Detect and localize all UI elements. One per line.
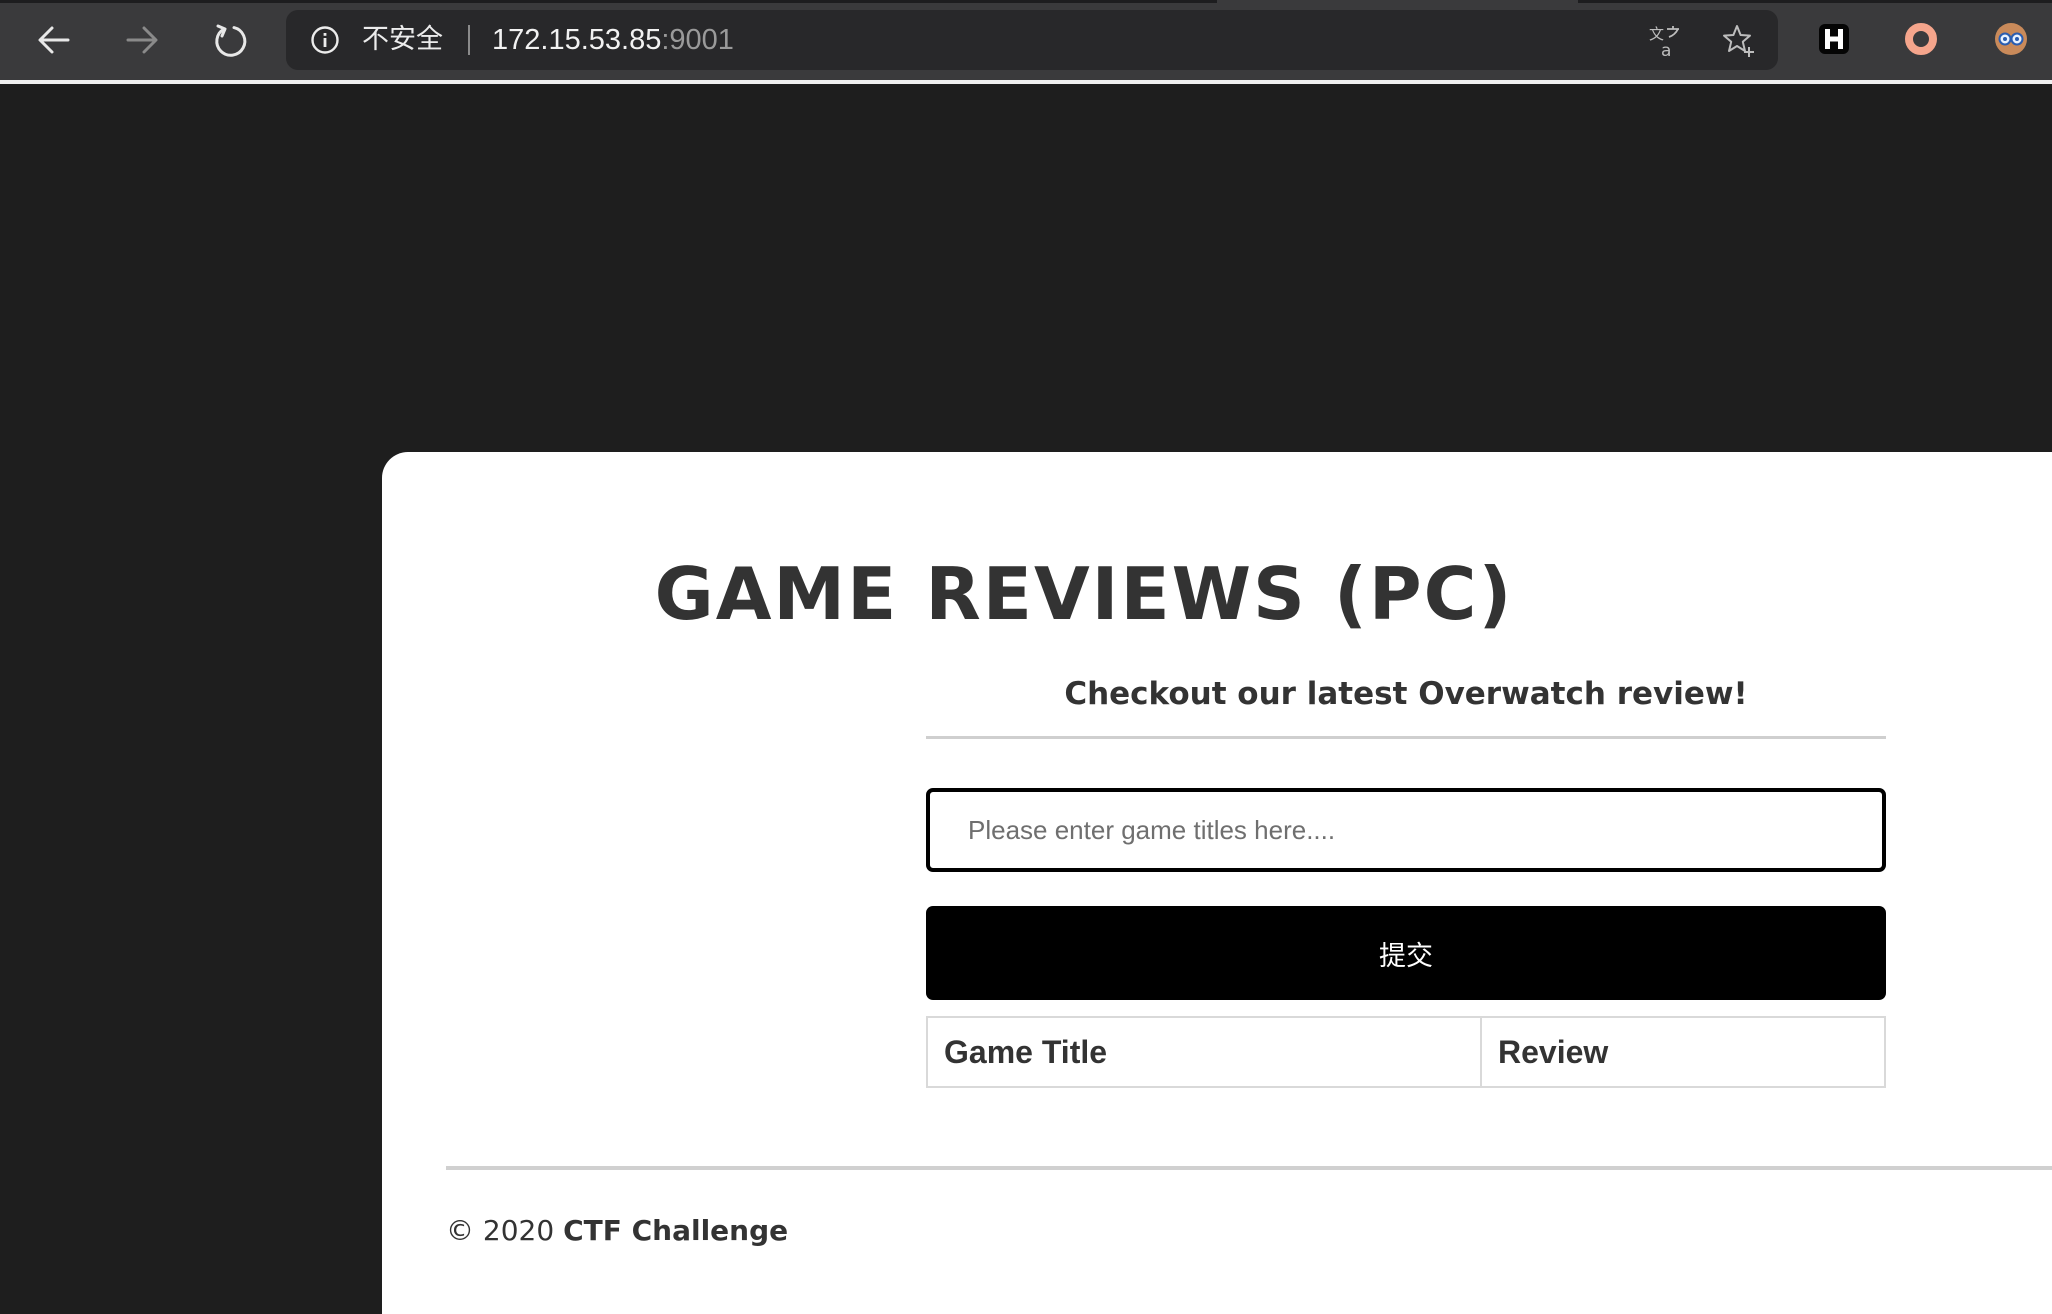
security-status-label[interactable]: 不安全 xyxy=(362,10,443,70)
reload-icon xyxy=(215,24,247,57)
column-header-game-title: Game Title xyxy=(926,1016,1482,1088)
back-arrow-icon xyxy=(38,26,70,54)
avatar-extension-icon xyxy=(1995,23,2027,55)
forward-button[interactable] xyxy=(114,14,170,66)
info-icon[interactable] xyxy=(310,25,340,55)
bookmark-star-icon xyxy=(1723,25,1754,57)
address-bar[interactable]: 不安全 172.15.53.85:9001 文 a xyxy=(286,10,1778,70)
h-extension-button[interactable] xyxy=(1813,18,1855,60)
h-extension-icon xyxy=(1819,24,1849,54)
table-header-row: Game Title Review xyxy=(926,1016,1886,1088)
footer-owner: CTF Challenge xyxy=(563,1214,789,1247)
back-button[interactable] xyxy=(26,14,82,66)
tab-strip-edge xyxy=(1578,0,2052,3)
translate-button[interactable]: 文 a xyxy=(1646,22,1684,60)
url-host: 172.15.53.85 xyxy=(492,24,662,56)
footer-copyright: © 2020 xyxy=(446,1214,555,1247)
bookmark-button[interactable] xyxy=(1720,22,1758,60)
url-text[interactable]: 172.15.53.85:9001 xyxy=(492,10,734,70)
svg-text:a: a xyxy=(1661,41,1671,59)
address-divider xyxy=(468,25,470,55)
url-port: :9001 xyxy=(661,24,734,56)
page-title: GAME REVIEWS (PC) xyxy=(654,552,1514,636)
orange-ring-extension-button[interactable] xyxy=(1900,18,1942,60)
avatar-extension-button[interactable] xyxy=(1990,18,2032,60)
reviews-table: Game Title Review xyxy=(926,1016,1886,1088)
page-viewport: GAME REVIEWS (PC) Checkout our latest Ov… xyxy=(2,84,2052,1314)
footer-divider xyxy=(446,1166,2052,1170)
column-header-review: Review xyxy=(1480,1016,1886,1088)
page-subtitle: Checkout our latest Overwatch review! xyxy=(1064,676,1748,712)
forward-arrow-icon xyxy=(126,26,158,54)
tab-strip-edge xyxy=(0,0,1217,3)
footer: © 2020 CTF Challenge xyxy=(446,1214,788,1247)
reload-button[interactable] xyxy=(202,14,258,66)
subtitle-divider xyxy=(926,736,1886,739)
translate-icon: 文 a xyxy=(1649,25,1679,59)
orange-ring-extension-icon xyxy=(1905,23,1937,55)
content-card: GAME REVIEWS (PC) Checkout our latest Ov… xyxy=(382,452,2052,1314)
browser-toolbar: 不安全 172.15.53.85:9001 文 a xyxy=(0,0,2052,80)
game-title-search-input[interactable] xyxy=(926,788,1886,872)
submit-button[interactable]: 提交 xyxy=(926,906,1886,1000)
